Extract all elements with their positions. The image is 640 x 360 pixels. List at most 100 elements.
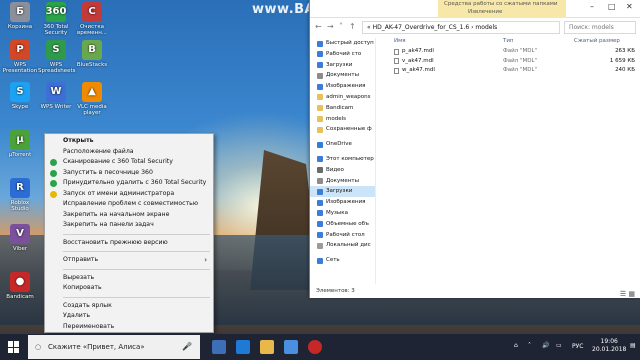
nav-item[interactable]: Рабочий стол (310, 230, 375, 241)
desktop-icon[interactable]: Б Корзина (2, 2, 38, 30)
context-menu-item[interactable]: Расположение файла (45, 147, 213, 158)
tab-extract[interactable]: Извлечение (468, 9, 502, 15)
context-menu-label: Расположение файла (63, 147, 134, 155)
nav-item[interactable]: Загрузки (310, 60, 375, 71)
desktop-icon[interactable]: V Viber (2, 224, 38, 252)
edge-browser-icon[interactable] (236, 340, 250, 354)
up-arrow-icon[interactable]: ↑ (349, 22, 356, 31)
desktop-icon[interactable]: C Очистка временн... (74, 2, 110, 36)
context-menu-item[interactable]: Восстановить прежнюю версию (45, 238, 213, 249)
ribbon-context-label: Средства работы со сжатыми папками (444, 1, 558, 7)
recent-chevron-icon[interactable]: ˅ (339, 22, 343, 31)
nav-item[interactable]: admin_weapons (310, 92, 375, 103)
desktop-icon[interactable]: ● Bandicam (2, 272, 38, 300)
close-icon[interactable]: ✕ (626, 2, 633, 11)
context-menu-item[interactable]: Запуск от имени администратора (45, 189, 213, 200)
app-icon: V (10, 224, 30, 244)
nav-item[interactable]: models (310, 114, 375, 125)
nav-item[interactable]: Быстрый доступ (310, 38, 375, 49)
maximize-icon[interactable]: □ (608, 2, 616, 11)
file-packed-size: 240 КБ (615, 67, 635, 73)
nav-item[interactable]: Рабочий сто (310, 49, 375, 60)
desktop-icon[interactable]: µ µTorrent (2, 130, 38, 158)
desktop-icon[interactable]: B BlueStacks (74, 40, 110, 68)
store-icon[interactable] (284, 340, 298, 354)
desktop-icon[interactable]: S Skype (2, 82, 38, 110)
nav-item[interactable]: Изображения (310, 81, 375, 92)
file-explorer-icon[interactable] (260, 340, 274, 354)
nav-item[interactable]: Этот компьютер (310, 154, 375, 165)
app-icon: ● (10, 272, 30, 292)
context-menu-item[interactable]: Принудительно удалить с 360 Total Securi… (45, 178, 213, 189)
nav-item[interactable]: Локальный дис (310, 240, 375, 251)
context-menu-item[interactable]: Закрепить на начальном экране (45, 210, 213, 221)
nav-item-label: Изображения (326, 83, 366, 90)
nav-item[interactable]: Bandicam (310, 103, 375, 114)
context-menu-item[interactable]: Закрепить на панели задач (45, 220, 213, 231)
context-menu-item[interactable]: Копировать (45, 283, 213, 294)
desktop-icon[interactable]: 360 360 Total Security (38, 2, 74, 36)
context-menu-item[interactable]: Сканирование с 360 Total Security (45, 157, 213, 168)
desktop-icon[interactable]: W WPS Writer (38, 82, 74, 110)
context-menu-item[interactable]: Исправление проблем с совместимостью (45, 199, 213, 210)
notification-chevron-icon[interactable]: ˄ (528, 342, 531, 349)
ribbon-context-group[interactable]: Средства работы со сжатыми папками Извле… (438, 0, 566, 18)
forward-arrow-icon[interactable]: → (327, 22, 334, 31)
taskbar-search-text: Скажите «Привет, Алиса» (48, 343, 145, 351)
context-menu-item[interactable]: Удалить (45, 311, 213, 322)
app-icon: Б (10, 2, 30, 22)
file-row[interactable]: v_ak47.mdl Файл "MDL" 1 659 КБ (378, 57, 640, 67)
context-menu-item[interactable]: Запустить в песочнице 360 (45, 168, 213, 179)
nav-item[interactable]: Загрузки (310, 186, 375, 198)
column-name[interactable]: Имя (394, 38, 406, 44)
context-menu-item[interactable]: Создать ярлык (45, 301, 213, 312)
nav-item[interactable]: Объемные объ (310, 219, 375, 230)
address-bar[interactable]: « HD_AK-47_Overdrive_for_CS_1.6 › models (362, 21, 560, 34)
nav-item[interactable]: Сеть (310, 255, 375, 266)
nav-item[interactable]: Видео (310, 165, 375, 176)
taskbar-search-box[interactable]: ○ Скажите «Привет, Алиса» 🎤 (28, 335, 200, 359)
nav-item-label: Быстрый доступ (326, 40, 374, 46)
column-type[interactable]: Тип (503, 38, 514, 44)
desktop-icon[interactable]: ▲ VLC media player (74, 82, 110, 116)
minimize-icon[interactable]: – (590, 2, 594, 11)
context-menu-item[interactable]: Отправить › (45, 255, 213, 266)
windows-start-icon[interactable] (8, 341, 20, 353)
nav-item[interactable]: Музыка (310, 208, 375, 219)
desktop-icon[interactable]: S WPS Spreadsheets (38, 40, 76, 74)
nav-item-label: Загрузки (326, 61, 353, 68)
desktop-icon-label: Viber (12, 246, 28, 252)
nav-item[interactable]: OneDrive (310, 139, 375, 150)
desktop-icon[interactable]: R Roblox Studio (2, 178, 38, 212)
context-menu-item[interactable]: Открыть (45, 136, 213, 147)
bandicam-taskbar-icon[interactable] (308, 340, 322, 354)
language-indicator[interactable]: РУС (572, 343, 583, 350)
microphone-icon[interactable]: 🎤 (182, 335, 192, 359)
column-packed-size[interactable]: Сжатый размер (574, 38, 620, 44)
search-input[interactable]: Поиск: models (564, 21, 636, 34)
file-type: Файл "MDL" (503, 67, 538, 73)
nav-item[interactable]: Документы (310, 70, 375, 81)
view-toggle-icons[interactable]: ☰ ▦ (620, 288, 635, 301)
nav-item-label: Сеть (326, 257, 340, 264)
nav-item[interactable]: Изображения (310, 197, 375, 208)
context-menu-item[interactable]: Переименовать (45, 322, 213, 333)
file-row[interactable]: p_ak47.mdl Файл "MDL" 263 КБ (378, 47, 640, 57)
volume-icon[interactable]: 🔊 (542, 342, 549, 349)
folder-icon (317, 232, 323, 239)
file-row[interactable]: w_ak47.mdl Файл "MDL" 240 КБ (378, 66, 640, 76)
context-menu-item[interactable]: Вырезать (45, 273, 213, 284)
clock[interactable]: 19:06 20.01.2018 (592, 338, 626, 354)
back-arrow-icon[interactable]: ← (315, 22, 322, 31)
status-bar: Элементов: 3 ☰ ▦ (310, 285, 640, 298)
action-center-icon[interactable]: ▤ (630, 342, 636, 349)
file-type: Файл "MDL" (503, 48, 538, 54)
battery-icon[interactable]: ▭ (556, 342, 562, 349)
network-icon[interactable]: ⌂ (514, 342, 518, 349)
desktop-icon[interactable]: P WPS Presentation (2, 40, 38, 74)
task-view-icon[interactable] (212, 340, 226, 354)
nav-item[interactable]: Сохраненные ф (310, 124, 375, 135)
app-icon: S (10, 82, 30, 102)
nav-item[interactable]: Документы (310, 176, 375, 187)
context-menu-label: Принудительно удалить с 360 Total Securi… (63, 179, 207, 186)
